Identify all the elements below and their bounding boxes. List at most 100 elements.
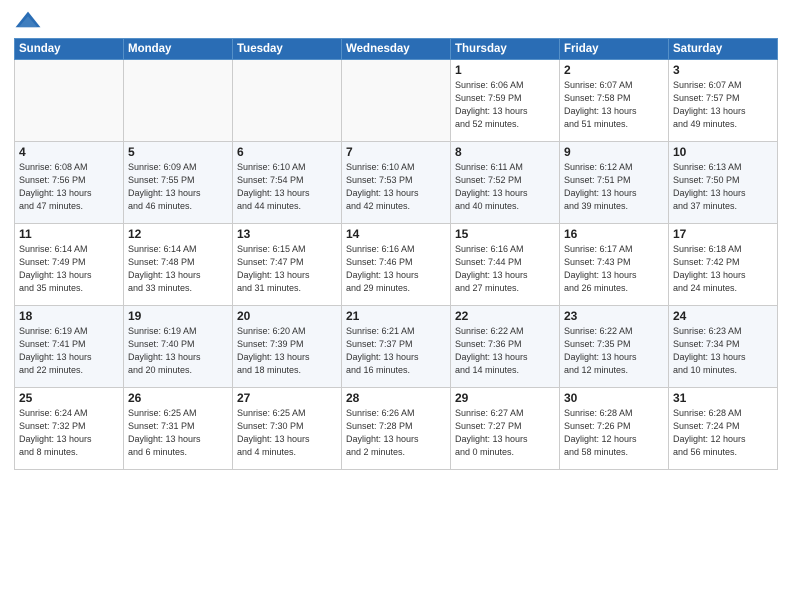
day-number: 12	[128, 227, 228, 241]
calendar-cell: 6 Sunrise: 6:10 AM Sunset: 7:54 PM Daylig…	[233, 142, 342, 224]
day-number: 19	[128, 309, 228, 323]
calendar-cell: 17 Sunrise: 6:18 AM Sunset: 7:42 PM Dayli…	[669, 224, 778, 306]
calendar-header-thursday: Thursday	[451, 39, 560, 60]
day-number: 27	[237, 391, 337, 405]
calendar-cell: 31 Sunrise: 6:28 AM Sunset: 7:24 PM Dayli…	[669, 388, 778, 470]
calendar-cell: 28 Sunrise: 6:26 AM Sunset: 7:28 PM Dayli…	[342, 388, 451, 470]
day-info: Sunrise: 6:17 AM Sunset: 7:43 PM Dayligh…	[564, 243, 664, 295]
page: SundayMondayTuesdayWednesdayThursdayFrid…	[0, 0, 792, 612]
day-number: 15	[455, 227, 555, 241]
day-number: 18	[19, 309, 119, 323]
calendar-header-wednesday: Wednesday	[342, 39, 451, 60]
day-info: Sunrise: 6:07 AM Sunset: 7:58 PM Dayligh…	[564, 79, 664, 131]
day-number: 1	[455, 63, 555, 77]
calendar-header-tuesday: Tuesday	[233, 39, 342, 60]
calendar-cell: 9Sunrise: 6:12 AM Sunset: 7:51 PM Daylig…	[560, 142, 669, 224]
calendar-header-row: SundayMondayTuesdayWednesdayThursdayFrid…	[15, 39, 778, 60]
day-number: 5	[128, 145, 228, 159]
calendar-week-1: 4Sunrise: 6:08 AM Sunset: 7:56 PM Daylig…	[15, 142, 778, 224]
day-number: 7	[346, 145, 446, 159]
calendar-cell: 12 Sunrise: 6:14 AM Sunset: 7:48 PM Dayli…	[124, 224, 233, 306]
day-number: 3	[673, 63, 773, 77]
calendar-cell: 20Sunrise: 6:20 AM Sunset: 7:39 PM Dayli…	[233, 306, 342, 388]
calendar-cell: 29 Sunrise: 6:27 AM Sunset: 7:27 PM Dayli…	[451, 388, 560, 470]
day-number: 11	[19, 227, 119, 241]
day-number: 8	[455, 145, 555, 159]
calendar-cell: 15 Sunrise: 6:16 AM Sunset: 7:44 PM Dayli…	[451, 224, 560, 306]
day-info: Sunrise: 6:21 AM Sunset: 7:37 PM Dayligh…	[346, 325, 446, 377]
calendar-cell: 3 Sunrise: 6:07 AM Sunset: 7:57 PM Daylig…	[669, 60, 778, 142]
day-number: 2	[564, 63, 664, 77]
day-number: 30	[564, 391, 664, 405]
calendar-week-0: 1 Sunrise: 6:06 AM Sunset: 7:59 PM Daylig…	[15, 60, 778, 142]
calendar-cell: 23Sunrise: 6:22 AM Sunset: 7:35 PM Dayli…	[560, 306, 669, 388]
day-info: Sunrise: 6:24 AM Sunset: 7:32 PM Dayligh…	[19, 407, 119, 459]
day-info: Sunrise: 6:23 AM Sunset: 7:34 PM Dayligh…	[673, 325, 773, 377]
day-number: 22	[455, 309, 555, 323]
day-info: Sunrise: 6:15 AM Sunset: 7:47 PM Dayligh…	[237, 243, 337, 295]
calendar-cell	[15, 60, 124, 142]
day-number: 4	[19, 145, 119, 159]
calendar-cell: 8 Sunrise: 6:11 AM Sunset: 7:52 PM Daylig…	[451, 142, 560, 224]
day-info: Sunrise: 6:16 AM Sunset: 7:46 PM Dayligh…	[346, 243, 446, 295]
day-info: Sunrise: 6:10 AM Sunset: 7:53 PM Dayligh…	[346, 161, 446, 213]
calendar-cell: 4Sunrise: 6:08 AM Sunset: 7:56 PM Daylig…	[15, 142, 124, 224]
calendar-cell: 16 Sunrise: 6:17 AM Sunset: 7:43 PM Dayli…	[560, 224, 669, 306]
day-info: Sunrise: 6:26 AM Sunset: 7:28 PM Dayligh…	[346, 407, 446, 459]
calendar-cell: 21 Sunrise: 6:21 AM Sunset: 7:37 PM Dayli…	[342, 306, 451, 388]
day-info: Sunrise: 6:27 AM Sunset: 7:27 PM Dayligh…	[455, 407, 555, 459]
day-info: Sunrise: 6:28 AM Sunset: 7:24 PM Dayligh…	[673, 407, 773, 459]
calendar-cell: 24 Sunrise: 6:23 AM Sunset: 7:34 PM Dayli…	[669, 306, 778, 388]
calendar-cell: 30 Sunrise: 6:28 AM Sunset: 7:26 PM Dayli…	[560, 388, 669, 470]
calendar-cell: 2 Sunrise: 6:07 AM Sunset: 7:58 PM Daylig…	[560, 60, 669, 142]
calendar-cell: 5 Sunrise: 6:09 AM Sunset: 7:55 PM Daylig…	[124, 142, 233, 224]
day-number: 26	[128, 391, 228, 405]
calendar-cell: 19 Sunrise: 6:19 AM Sunset: 7:40 PM Dayli…	[124, 306, 233, 388]
logo	[14, 10, 46, 32]
day-info: Sunrise: 6:11 AM Sunset: 7:52 PM Dayligh…	[455, 161, 555, 213]
day-info: Sunrise: 6:13 AM Sunset: 7:50 PM Dayligh…	[673, 161, 773, 213]
day-info: Sunrise: 6:19 AM Sunset: 7:40 PM Dayligh…	[128, 325, 228, 377]
day-info: Sunrise: 6:28 AM Sunset: 7:26 PM Dayligh…	[564, 407, 664, 459]
day-number: 10	[673, 145, 773, 159]
day-info: Sunrise: 6:25 AM Sunset: 7:31 PM Dayligh…	[128, 407, 228, 459]
calendar-week-4: 25 Sunrise: 6:24 AM Sunset: 7:32 PM Dayli…	[15, 388, 778, 470]
day-info: Sunrise: 6:20 AM Sunset: 7:39 PM Dayligh…	[237, 325, 337, 377]
calendar-cell	[233, 60, 342, 142]
day-number: 13	[237, 227, 337, 241]
day-info: Sunrise: 6:14 AM Sunset: 7:48 PM Dayligh…	[128, 243, 228, 295]
calendar-cell: 14 Sunrise: 6:16 AM Sunset: 7:46 PM Dayli…	[342, 224, 451, 306]
day-number: 6	[237, 145, 337, 159]
calendar-cell: 1 Sunrise: 6:06 AM Sunset: 7:59 PM Daylig…	[451, 60, 560, 142]
calendar-header-monday: Monday	[124, 39, 233, 60]
day-number: 21	[346, 309, 446, 323]
calendar-cell: 22Sunrise: 6:22 AM Sunset: 7:36 PM Dayli…	[451, 306, 560, 388]
day-info: Sunrise: 6:14 AM Sunset: 7:49 PM Dayligh…	[19, 243, 119, 295]
header	[14, 10, 778, 32]
day-number: 25	[19, 391, 119, 405]
logo-icon	[14, 10, 42, 32]
calendar-week-3: 18Sunrise: 6:19 AM Sunset: 7:41 PM Dayli…	[15, 306, 778, 388]
day-number: 31	[673, 391, 773, 405]
calendar-header-friday: Friday	[560, 39, 669, 60]
calendar-cell: 10 Sunrise: 6:13 AM Sunset: 7:50 PM Dayli…	[669, 142, 778, 224]
day-info: Sunrise: 6:10 AM Sunset: 7:54 PM Dayligh…	[237, 161, 337, 213]
calendar-cell: 18Sunrise: 6:19 AM Sunset: 7:41 PM Dayli…	[15, 306, 124, 388]
day-info: Sunrise: 6:18 AM Sunset: 7:42 PM Dayligh…	[673, 243, 773, 295]
calendar-header-saturday: Saturday	[669, 39, 778, 60]
day-number: 16	[564, 227, 664, 241]
day-number: 9	[564, 145, 664, 159]
calendar-cell: 7 Sunrise: 6:10 AM Sunset: 7:53 PM Daylig…	[342, 142, 451, 224]
day-number: 29	[455, 391, 555, 405]
calendar-table: SundayMondayTuesdayWednesdayThursdayFrid…	[14, 38, 778, 470]
day-info: Sunrise: 6:09 AM Sunset: 7:55 PM Dayligh…	[128, 161, 228, 213]
day-info: Sunrise: 6:16 AM Sunset: 7:44 PM Dayligh…	[455, 243, 555, 295]
day-info: Sunrise: 6:06 AM Sunset: 7:59 PM Dayligh…	[455, 79, 555, 131]
day-number: 28	[346, 391, 446, 405]
day-number: 14	[346, 227, 446, 241]
day-number: 17	[673, 227, 773, 241]
day-number: 24	[673, 309, 773, 323]
calendar-cell	[342, 60, 451, 142]
day-info: Sunrise: 6:07 AM Sunset: 7:57 PM Dayligh…	[673, 79, 773, 131]
calendar-cell: 25 Sunrise: 6:24 AM Sunset: 7:32 PM Dayli…	[15, 388, 124, 470]
